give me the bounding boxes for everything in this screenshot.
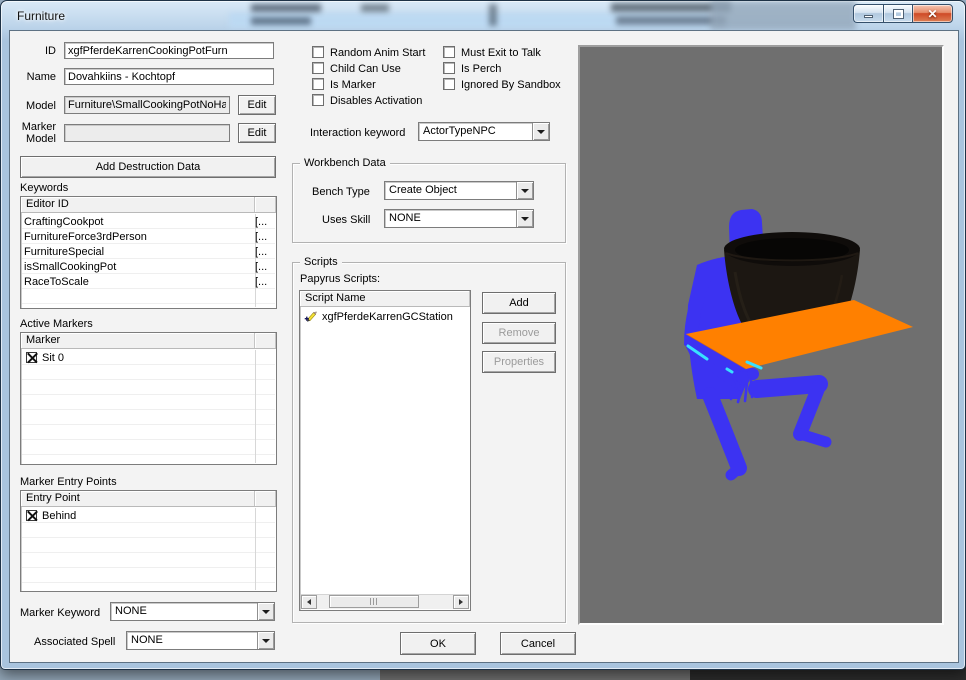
entry-point-row[interactable]: Behind [22, 508, 275, 523]
child-can-use-checkbox[interactable] [312, 62, 324, 74]
child-can-use-label: Child Can Use [330, 63, 401, 75]
keywords-list[interactable]: Editor ID CraftingCookpot[... FurnitureF… [20, 196, 277, 309]
script-row[interactable]: xgfPferdeKarrenGCStation [301, 308, 469, 325]
keyword-row[interactable]: CraftingCookpot[... [22, 214, 275, 229]
column-divider [255, 350, 256, 463]
chevron-down-icon[interactable] [516, 210, 533, 227]
workbench-data-title: Workbench Data [300, 157, 390, 169]
model-label: Model [8, 100, 56, 112]
associated-spell-label: Associated Spell [34, 636, 115, 648]
workbench-data-group: Workbench Data [292, 163, 566, 243]
keywords-overflow-column-header[interactable] [255, 197, 276, 212]
papyrus-scripts-list[interactable]: Script Name xgfPferdeKarrenGCStation [299, 290, 471, 611]
model-input[interactable] [64, 96, 230, 114]
disables-activation-checkbox[interactable] [312, 94, 324, 106]
active-markers-label: Active Markers [20, 318, 93, 330]
cancel-button[interactable]: Cancel [500, 632, 576, 655]
id-input[interactable] [64, 42, 274, 59]
x-checkbox-icon [26, 510, 37, 521]
active-marker-row[interactable]: Sit 0 [22, 350, 275, 365]
marker-overflow-column-header[interactable] [255, 333, 276, 348]
random-anim-start-label: Random Anim Start [330, 47, 425, 59]
remove-script-button[interactable]: Remove [482, 322, 556, 344]
is-perch-label: Is Perch [461, 63, 501, 75]
entry-points-label: Marker Entry Points [20, 476, 117, 488]
add-script-button[interactable]: Add [482, 292, 556, 314]
associated-spell-select[interactable]: NONE [126, 631, 275, 650]
x-checkbox-icon [26, 352, 37, 363]
keyword-row[interactable]: FurnitureForce3rdPerson[... [22, 229, 275, 244]
scripts-group-title: Scripts [300, 256, 342, 268]
model-edit-button[interactable]: Edit [238, 95, 276, 115]
arrow-left-icon [304, 599, 311, 605]
interaction-keyword-label: Interaction keyword [310, 127, 405, 139]
name-input[interactable] [64, 68, 274, 85]
marker-keyword-label: Marker Keyword [20, 607, 100, 619]
id-label: ID [8, 45, 56, 57]
is-marker-checkbox[interactable] [312, 78, 324, 90]
scroll-left-button[interactable] [301, 595, 317, 609]
marker-model-input[interactable] [64, 124, 230, 142]
papyrus-scripts-label: Papyrus Scripts: [300, 273, 380, 285]
keywords-label: Keywords [20, 182, 68, 194]
horizontal-scrollbar[interactable] [301, 594, 469, 609]
keyword-row[interactable]: FurnitureSpecial[... [22, 244, 275, 259]
is-perch-checkbox[interactable] [443, 62, 455, 74]
uses-skill-label: Uses Skill [322, 214, 370, 226]
keyword-row[interactable]: isSmallCookingPot[... [22, 259, 275, 274]
interaction-keyword-select[interactable]: ActorTypeNPC [418, 122, 550, 141]
scroll-right-button[interactable] [453, 595, 469, 609]
chevron-down-icon[interactable] [257, 603, 274, 620]
random-anim-start-checkbox[interactable] [312, 46, 324, 58]
pencil-plus-icon [304, 310, 317, 323]
arrow-right-icon [459, 599, 466, 605]
is-marker-label: Is Marker [330, 79, 376, 91]
name-label: Name [8, 71, 56, 83]
marker-keyword-select[interactable]: NONE [110, 602, 275, 621]
chevron-down-icon[interactable] [257, 632, 274, 649]
must-exit-to-talk-label: Must Exit to Talk [461, 47, 541, 59]
chevron-down-icon[interactable] [516, 182, 533, 199]
marker-model-label: Marker Model [2, 121, 56, 145]
active-markers-list[interactable]: Marker Sit 0 [20, 332, 277, 465]
preview-3d-scene [580, 47, 942, 623]
add-destruction-data-button[interactable]: Add Destruction Data [20, 156, 276, 178]
must-exit-to-talk-checkbox[interactable] [443, 46, 455, 58]
uses-skill-select[interactable]: NONE [384, 209, 534, 228]
scrollbar-track[interactable] [317, 595, 453, 609]
ok-button[interactable]: OK [400, 632, 476, 655]
ignored-by-sandbox-checkbox[interactable] [443, 78, 455, 90]
entry-point-column-header[interactable]: Entry Point [21, 491, 255, 506]
scrollbar-thumb[interactable] [329, 595, 419, 608]
disables-activation-label: Disables Activation [330, 95, 422, 107]
entry-point-overflow-column-header[interactable] [255, 491, 276, 506]
marker-model-edit-button[interactable]: Edit [238, 123, 276, 143]
chevron-down-icon[interactable] [532, 123, 549, 140]
ignored-by-sandbox-label: Ignored By Sandbox [461, 79, 561, 91]
grip-icon [370, 598, 379, 605]
properties-button[interactable]: Properties [482, 351, 556, 373]
marker-column-header[interactable]: Marker [21, 333, 255, 348]
keywords-column-header[interactable]: Editor ID [21, 197, 255, 212]
script-name-column-header[interactable]: Script Name [300, 291, 470, 306]
bench-type-label: Bench Type [312, 186, 370, 198]
entry-points-list[interactable]: Entry Point Behind [20, 490, 277, 592]
keyword-row[interactable]: RaceToScale[... [22, 274, 275, 289]
preview-3d-viewport[interactable] [578, 45, 944, 625]
bench-type-select[interactable]: Create Object [384, 181, 534, 200]
